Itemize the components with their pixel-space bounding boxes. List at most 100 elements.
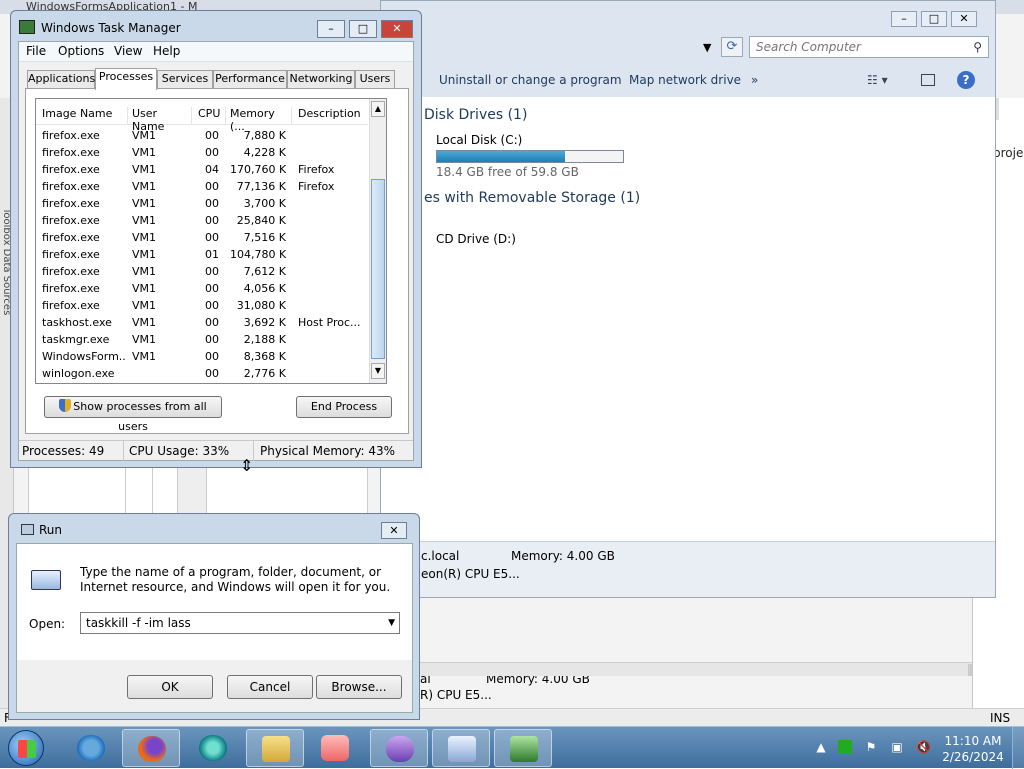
menu-options[interactable]: Options [58,44,104,58]
refresh-button[interactable]: ⟳ [721,37,743,57]
search-input[interactable]: Search Computer ⚲ [749,36,989,58]
table-cell: VM1 [132,248,157,261]
taskbar-visual-studio[interactable] [370,729,428,767]
column-memory[interactable]: Memory (... [230,107,292,133]
firefox-icon [138,736,166,762]
browse-button[interactable]: Browse... [316,675,402,699]
column-user-name[interactable]: User Name [132,107,192,133]
tab-applications[interactable]: Applications [27,70,95,88]
table-cell: firefox.exe [42,129,100,142]
uninstall-program-button[interactable]: Uninstall or change a program [439,73,622,87]
table-row[interactable]: firefox.exe VM1 01 104,780 K [36,246,368,263]
group-removable-storage[interactable]: es with Removable Storage (1) [424,190,640,206]
table-row[interactable]: firefox.exe VM1 00 4,056 K [36,280,368,297]
disk-usage-fill [437,151,566,162]
minimize-button[interactable]: – [317,20,345,38]
table-cell: firefox.exe [42,214,100,227]
taskbar-remote-app[interactable] [184,729,242,767]
maximize-button[interactable]: □ [349,20,377,38]
run-program-icon [31,570,61,590]
open-command-input[interactable]: taskkill -f -im lass ▼ [80,612,400,634]
table-cell: 7,516 K [243,231,286,244]
show-hidden-icons-icon[interactable]: ▲ [814,740,828,754]
taskbar-firefox[interactable] [122,729,180,767]
status-cpu-usage: CPU Usage: 33% [129,444,230,458]
menu-file[interactable]: File [26,44,46,58]
change-view-icon[interactable]: ☷ ▾ [867,73,888,87]
details-domain: c.local [421,549,460,563]
preview-pane-icon[interactable] [921,74,935,86]
table-row[interactable]: firefox.exe VM1 00 7,880 K [36,127,368,144]
task-manager-titlebar[interactable]: Windows Task Manager – □ ✕ [11,11,421,41]
media-player-icon [321,735,349,761]
table-cell: 00 [205,350,219,363]
table-cell: Firefox [298,163,335,176]
chevron-down-icon[interactable]: ▼ [703,41,711,54]
table-row[interactable]: WindowsForm... VM1 00 8,368 K [36,348,368,365]
table-cell: VM1 [132,214,157,227]
taskbar-run-dialog[interactable] [432,729,490,767]
maximize-button[interactable]: □ [921,11,947,27]
open-label: Open: [29,617,66,631]
table-row[interactable]: taskhost.exe VM1 00 3,692 K Host Proc... [36,314,368,331]
taskbar-task-manager[interactable] [494,729,552,767]
process-list[interactable]: Image Name User Name CPU Memory (... Des… [35,98,387,384]
tab-services[interactable]: Services [157,70,213,88]
scroll-up-icon[interactable]: ▲ [371,101,385,117]
column-image-name[interactable]: Image Name [42,107,128,125]
column-cpu[interactable]: CPU [198,107,226,125]
tab-processes[interactable]: Processes [95,68,157,90]
table-row[interactable]: firefox.exe VM1 00 25,840 K [36,212,368,229]
explorer-window-controls: – □ ✕ [891,11,981,27]
network-icon[interactable]: ▣ [890,740,904,754]
help-icon[interactable]: ? [957,71,975,89]
more-commands-button[interactable]: » [751,73,758,87]
menu-view[interactable]: View [114,44,142,58]
table-cell: 01 [205,248,219,261]
table-cell: WindowsForm... [42,350,126,363]
tab-users[interactable]: Users [355,70,395,88]
scroll-down-icon[interactable]: ▼ [371,363,385,379]
end-process-button[interactable]: End Process [296,396,392,418]
taskbar-internet-explorer[interactable] [62,729,120,767]
action-center-flag-icon[interactable]: ⚑ [864,740,878,754]
close-button[interactable]: ✕ [951,11,977,27]
table-row[interactable]: firefox.exe VM1 00 7,612 K [36,263,368,280]
table-cell: 00 [205,214,219,227]
table-row[interactable]: taskmgr.exe VM1 00 2,188 K [36,331,368,348]
group-hard-disk-drives[interactable]: Disk Drives (1) [424,107,527,123]
map-network-drive-button[interactable]: Map network drive [629,73,741,87]
table-row[interactable]: firefox.exe VM1 00 7,516 K [36,229,368,246]
table-row[interactable]: winlogon.exe 00 2,776 K [36,365,368,382]
network-activity-icon[interactable] [838,740,852,754]
table-row[interactable]: firefox.exe VM1 00 3,700 K [36,195,368,212]
table-row[interactable]: firefox.exe VM1 00 31,080 K [36,297,368,314]
table-row[interactable]: firefox.exe VM1 04 170,760 K Firefox [36,161,368,178]
clock[interactable]: 11:10 AM 2/26/2024 [938,733,1008,765]
taskbar-file-explorer[interactable] [246,729,304,767]
tab-networking[interactable]: Networking [287,70,355,88]
table-row[interactable]: firefox.exe VM1 00 4,228 K [36,144,368,161]
close-button[interactable]: ✕ [381,20,413,38]
ok-button[interactable]: OK [127,675,213,699]
cancel-button[interactable]: Cancel [227,675,313,699]
search-icon[interactable]: ⚲ [973,37,982,57]
tab-performance[interactable]: Performance [213,70,287,88]
vertical-scrollbar[interactable]: ▲ ▼ [369,99,386,383]
table-row[interactable]: firefox.exe VM1 00 77,136 K Firefox [36,178,368,195]
scrollbar-thumb[interactable] [371,179,385,359]
cd-drive-d[interactable]: CD Drive (D:) [436,232,516,246]
horizontal-scrollbar[interactable] [420,662,984,676]
volume-muted-icon[interactable]: 🔇 [916,740,931,754]
column-description[interactable]: Description [298,107,366,125]
local-disk-c[interactable]: Local Disk (C:) [436,133,522,147]
close-button[interactable]: ✕ [381,522,407,539]
task-manager-icon [19,20,35,34]
chevron-down-icon[interactable]: ▼ [388,613,395,633]
show-desktop-button[interactable] [1012,727,1024,769]
taskbar-media-player[interactable] [306,729,364,767]
show-all-processes-button[interactable]: Show processes from all users [44,396,222,433]
menu-help[interactable]: Help [153,44,180,58]
minimize-button[interactable]: – [891,11,917,27]
start-button[interactable] [8,730,44,766]
